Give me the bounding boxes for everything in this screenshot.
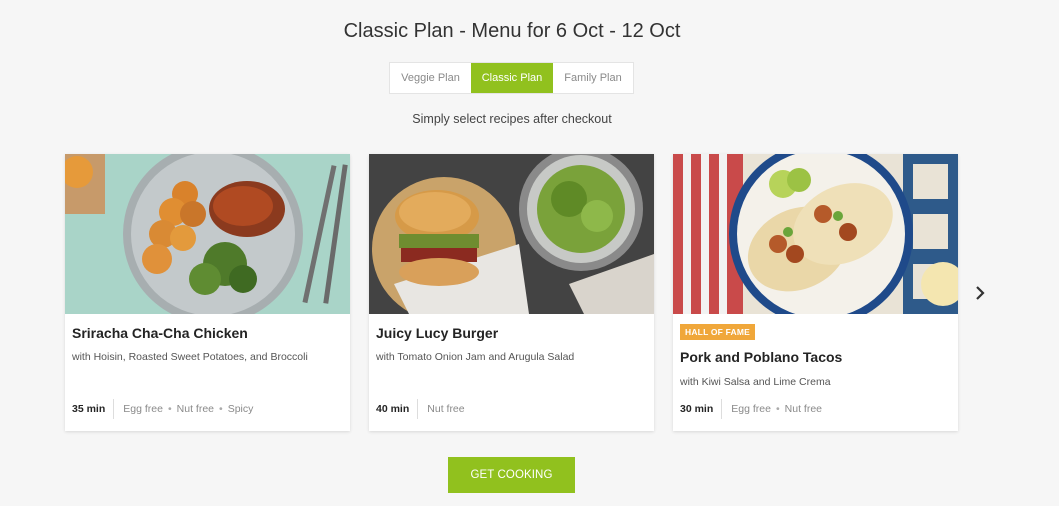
recipe-image xyxy=(65,154,350,314)
tab-classic-plan[interactable]: Classic Plan xyxy=(471,63,553,93)
recipe-time: 35 min xyxy=(72,399,115,419)
recipe-meta: 30 min Egg free • Nut free xyxy=(680,399,822,419)
get-cooking-button[interactable]: GET COOKING xyxy=(448,457,575,493)
recipe-card-sriracha[interactable]: Sriracha Cha-Cha Chicken with Hoisin, Ro… xyxy=(65,154,350,431)
hall-of-fame-badge: HALL OF FAME xyxy=(680,324,756,340)
recipe-tag: Egg free xyxy=(731,403,771,415)
recipe-time: 40 min xyxy=(376,399,419,419)
recipe-image xyxy=(369,154,654,314)
recipe-subtitle: with Tomato Onion Jam and Arugula Salad xyxy=(376,351,575,363)
plan-tabs: Veggie Plan Classic Plan Family Plan xyxy=(389,62,634,94)
page-title: Classic Plan - Menu for 6 Oct - 12 Oct xyxy=(343,20,681,42)
menu-subtitle: Simply select recipes after checkout xyxy=(412,112,612,126)
carousel-next-button[interactable] xyxy=(970,282,990,304)
recipe-time: 30 min xyxy=(680,399,723,419)
tab-veggie-plan[interactable]: Veggie Plan xyxy=(390,63,471,93)
recipe-tags: Egg free • Nut free • Spicy xyxy=(114,403,253,415)
recipe-card-pork-tacos[interactable]: HALL OF FAME Pork and Poblano Tacos with… xyxy=(673,154,958,431)
chevron-right-icon xyxy=(976,286,985,300)
recipe-tag: Nut free xyxy=(427,403,465,415)
recipe-meta: 40 min Nut free xyxy=(376,399,465,419)
separator-dot: • xyxy=(775,403,780,415)
recipe-title: Juicy Lucy Burger xyxy=(376,325,499,341)
recipe-meta: 35 min Egg free • Nut free • Spicy xyxy=(72,399,253,419)
recipe-title: Sriracha Cha-Cha Chicken xyxy=(72,325,248,341)
recipe-tags: Nut free xyxy=(418,403,464,415)
separator-dot: • xyxy=(167,403,172,415)
recipe-tag: Spicy xyxy=(227,403,254,415)
recipe-card-juicy-lucy[interactable]: Juicy Lucy Burger with Tomato Onion Jam … xyxy=(369,154,654,431)
recipe-subtitle: with Hoisin, Roasted Sweet Potatoes, and… xyxy=(72,351,308,363)
recipe-subtitle: with Kiwi Salsa and Lime Crema xyxy=(680,376,831,388)
recipe-tags: Egg free • Nut free xyxy=(722,403,822,415)
recipe-image xyxy=(673,154,958,314)
separator-dot: • xyxy=(219,403,223,415)
recipe-tag: Nut free xyxy=(176,403,215,415)
recipe-title: Pork and Poblano Tacos xyxy=(680,349,843,365)
recipe-tag: Nut free xyxy=(784,403,823,415)
tab-family-plan[interactable]: Family Plan xyxy=(553,63,633,93)
recipe-tag: Egg free xyxy=(123,403,163,415)
